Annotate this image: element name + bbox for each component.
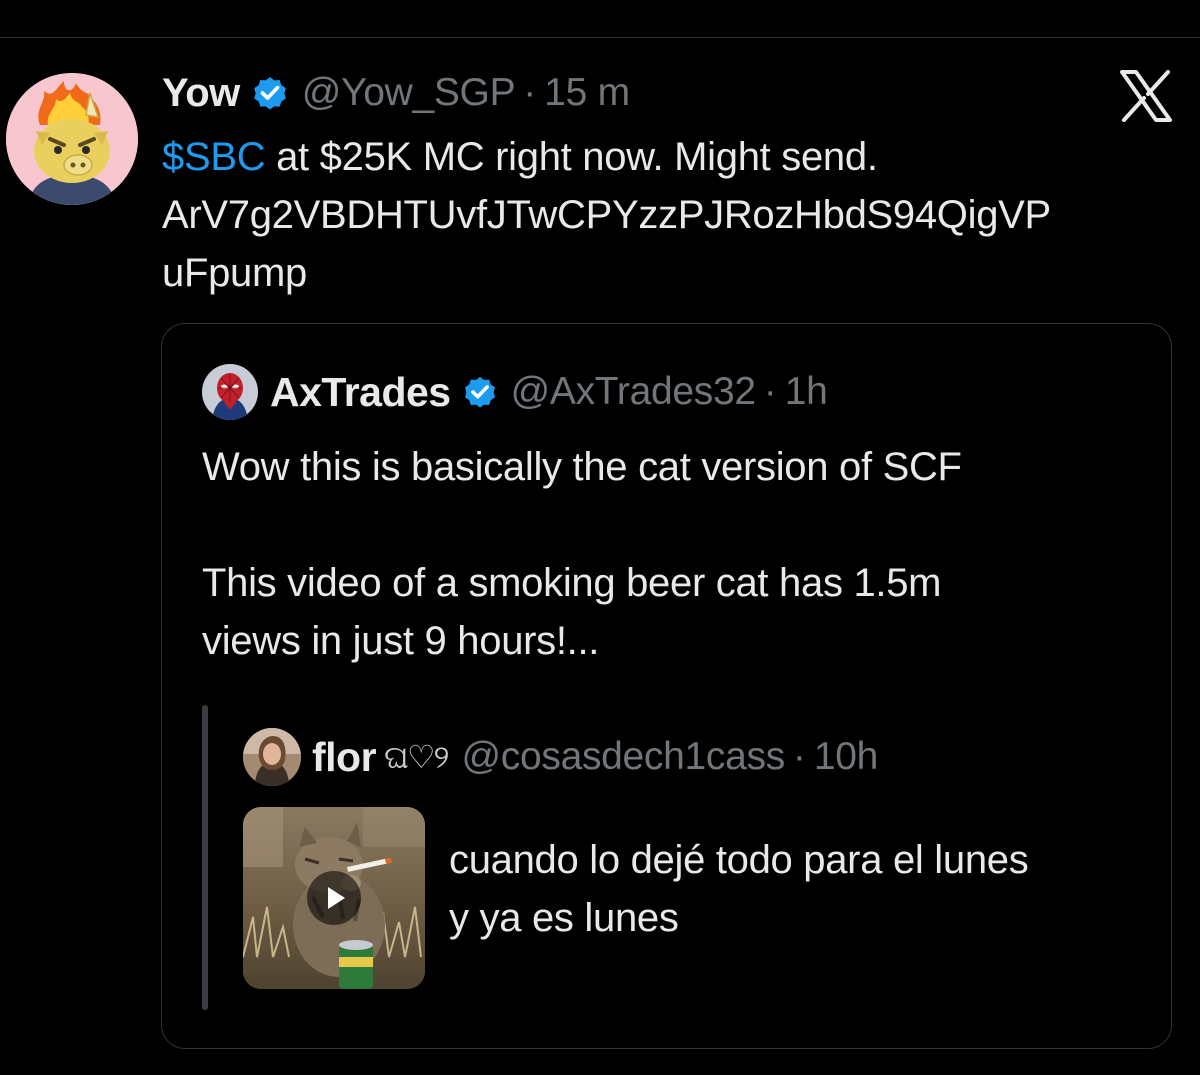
author-name[interactable]: Yow <box>162 71 240 116</box>
quote-text-line <box>202 496 1152 554</box>
quote-author-handle[interactable]: @AxTrades32 <box>511 370 756 414</box>
tweet-timestamp[interactable]: 15 m <box>544 71 630 115</box>
tweet-text-line-1: $SBC at $25K MC right now. Might send. <box>162 128 1172 186</box>
nested-author-name[interactable]: flor <box>312 734 377 781</box>
verified-badge-icon <box>253 77 286 110</box>
quote-text-line: This video of a smoking beer cat has 1.5… <box>202 561 942 605</box>
nested-text-line: cuando lo dejé todo para el lunes <box>449 838 1029 882</box>
person-avatar-icon <box>243 728 301 786</box>
author-avatar[interactable] <box>6 73 138 205</box>
cashtag-link[interactable]: $SBC <box>162 135 266 179</box>
author-handle[interactable]: @Yow_SGP <box>302 71 516 115</box>
close-x-button[interactable] <box>1118 70 1174 122</box>
separator-dot: · <box>763 370 777 413</box>
nested-author-avatar[interactable] <box>243 728 301 786</box>
nested-timestamp[interactable]: 10h <box>814 735 878 779</box>
x-logo-icon <box>1120 70 1172 122</box>
tweet-text-line-1-rest: at $25K MC right now. Might send. <box>265 135 878 179</box>
quote-author-avatar[interactable] <box>202 364 258 420</box>
top-divider <box>0 37 1200 38</box>
separator-dot: · <box>792 735 806 778</box>
play-button[interactable] <box>307 871 361 925</box>
tweet-text: $SBC at $25K MC right now. Might send. A… <box>162 128 1172 302</box>
quote-text: Wow this is basically the cat version of… <box>202 438 1152 670</box>
nested-quote-text: cuando lo dejé todo para el lunes y ya e… <box>449 831 1149 947</box>
nested-text-line: y ya es lunes <box>449 896 679 940</box>
tweet-text-line-2: ArV7g2VBDHTUvfJTwCPYzzPJRozHbdS94QigVP <box>162 193 1051 237</box>
name-heart-emoji: ଘ♡୨ <box>384 738 449 775</box>
quote-header: AxTrades @AxTrades32 · 1h <box>270 366 828 418</box>
spiderman-avatar-icon <box>202 364 258 420</box>
separator-dot: · <box>523 71 537 114</box>
nested-author-handle[interactable]: @cosasdech1cass <box>461 735 785 779</box>
quote-text-line: views in just 9 hours!... <box>202 619 600 663</box>
quote-text-line: Wow this is basically the cat version of… <box>202 445 962 489</box>
quote-timestamp[interactable]: 1h <box>785 370 828 414</box>
tweet-text-line-3: uFpump <box>162 251 307 295</box>
play-icon <box>328 887 345 909</box>
quote-author-name[interactable]: AxTrades <box>270 369 451 416</box>
nested-quote-bar <box>202 705 208 1010</box>
tweet-header: Yow @Yow_SGP · 15 m <box>162 68 630 118</box>
unicorn-pig-avatar-icon <box>6 73 138 205</box>
verified-badge-icon <box>464 376 495 408</box>
video-thumbnail[interactable] <box>243 807 425 989</box>
nested-quote-header: flor ଘ♡୨ @cosasdech1cass · 10h <box>312 731 878 783</box>
